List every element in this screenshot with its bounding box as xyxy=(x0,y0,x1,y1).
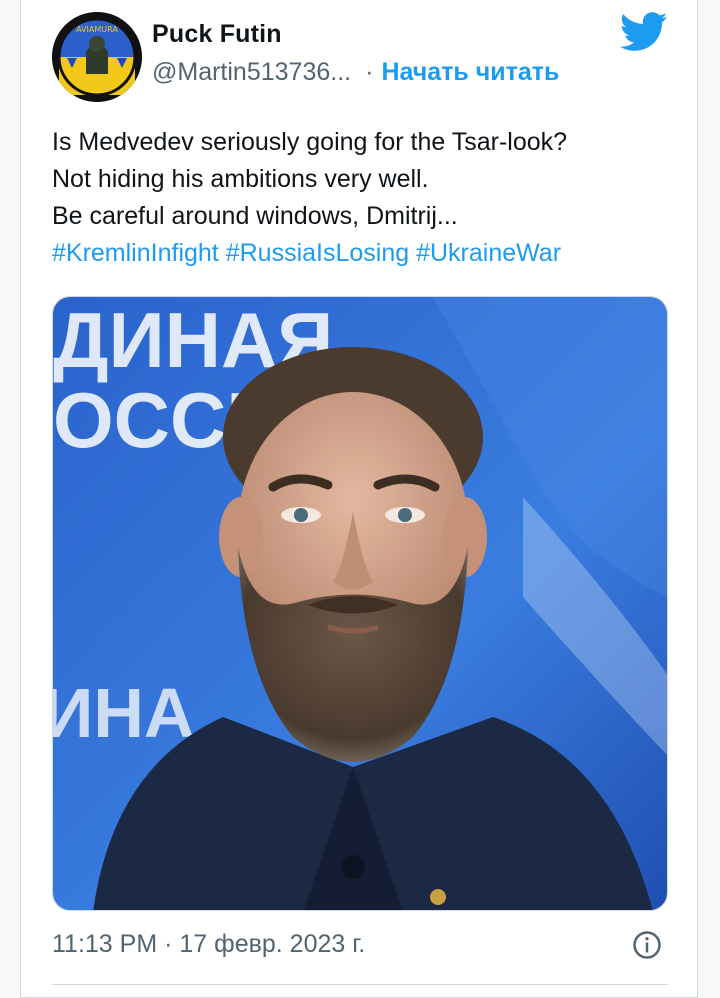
hashtag-link[interactable]: #UkraineWar xyxy=(416,239,561,267)
tweet-line: Not hiding his ambitions very well. xyxy=(52,165,429,193)
avatar[interactable]: AVIAMURA xyxy=(52,12,142,102)
tweet-timestamp[interactable]: 11:13 PM · 17 февр. 2023 г. xyxy=(52,930,365,959)
tweet-photo[interactable]: ДИНАЯ ОССИ ИНА xyxy=(52,296,668,911)
follow-button[interactable]: Начать читать xyxy=(381,58,559,86)
avatar-image: AVIAMURA xyxy=(52,12,142,102)
separator-dot: · xyxy=(365,58,374,86)
tweet-line: Be careful around windows, Dmitrij... xyxy=(52,202,458,230)
hashtag-link[interactable]: #KremlinInfight xyxy=(52,239,219,267)
background-text-low: ИНА xyxy=(53,674,194,752)
tweet-body: Is Medvedev seriously going for the Tsar… xyxy=(52,124,672,272)
footer-divider xyxy=(52,984,668,985)
hashtag-link[interactable]: #RussiaIsLosing xyxy=(226,239,409,267)
hashtag-line: #KremlinInfight #RussiaIsLosing #Ukraine… xyxy=(52,235,672,272)
info-icon[interactable] xyxy=(632,930,662,960)
user-handle[interactable]: @Martin513736... xyxy=(152,58,351,86)
twitter-bird-icon[interactable] xyxy=(620,12,668,52)
display-name[interactable]: Puck Futin xyxy=(152,20,282,49)
photo-portrait: ДИНАЯ ОССИ ИНА xyxy=(53,297,667,910)
tweet-line: Is Medvedev seriously going for the Tsar… xyxy=(52,128,568,156)
handle-row: @Martin513736... · Начать читать xyxy=(152,58,559,87)
avatar-badge-text: AVIAMURA xyxy=(76,25,118,34)
